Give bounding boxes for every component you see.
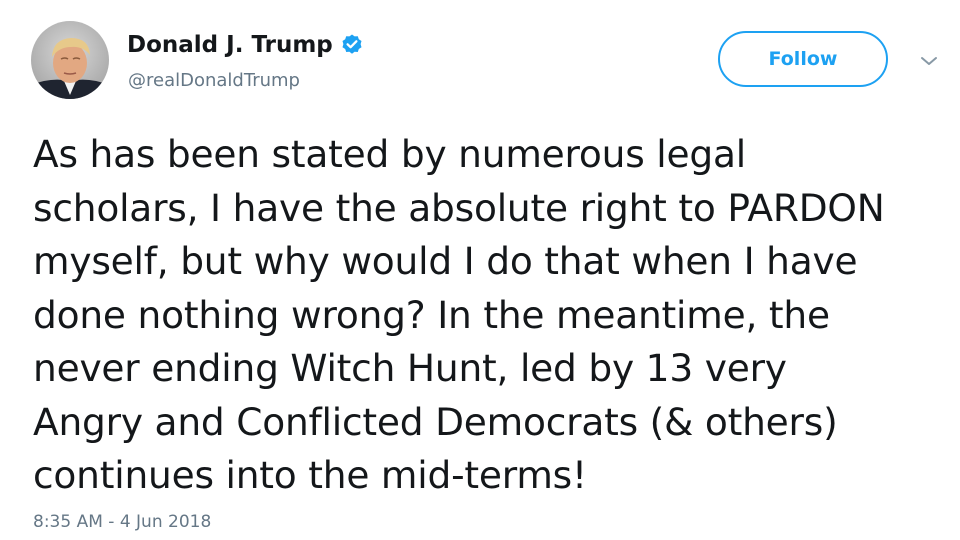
tweet-text-line: scholars, I have the absolute right to P… [33, 185, 885, 230]
follow-button[interactable]: Follow [718, 31, 888, 87]
tweet-text-line: Angry and Conflicted Democrats (& others… [33, 399, 838, 444]
author-name-row[interactable]: Donald J. Trump [127, 29, 364, 61]
chevron-down-icon[interactable] [916, 52, 942, 70]
tweet-text-line: continues into the mid-terms! [33, 453, 587, 497]
profile-photo-avatar [31, 21, 109, 99]
verified-badge-icon [342, 34, 362, 54]
tweet-timestamp[interactable]: 8:35 AM - 4 Jun 2018 [33, 512, 211, 532]
tweet-text: As has been stated by numerous legal sch… [33, 128, 948, 503]
tweet-text-line: myself, but why would I do that when I h… [33, 239, 858, 283]
tweet-text-line: never ending Witch Hunt, led by 13 very [33, 346, 787, 390]
tweet-card: Donald J. Trump @realDonaldTrump Follow … [0, 0, 960, 540]
author-display-name[interactable]: Donald J. Trump [127, 32, 333, 58]
tweet-text-line: As has been stated by numerous legal [33, 132, 746, 176]
author-avatar[interactable] [31, 21, 109, 99]
author-handle[interactable]: @realDonaldTrump [128, 70, 300, 91]
tweet-text-line: done nothing wrong? In the meantime, the [33, 292, 830, 337]
